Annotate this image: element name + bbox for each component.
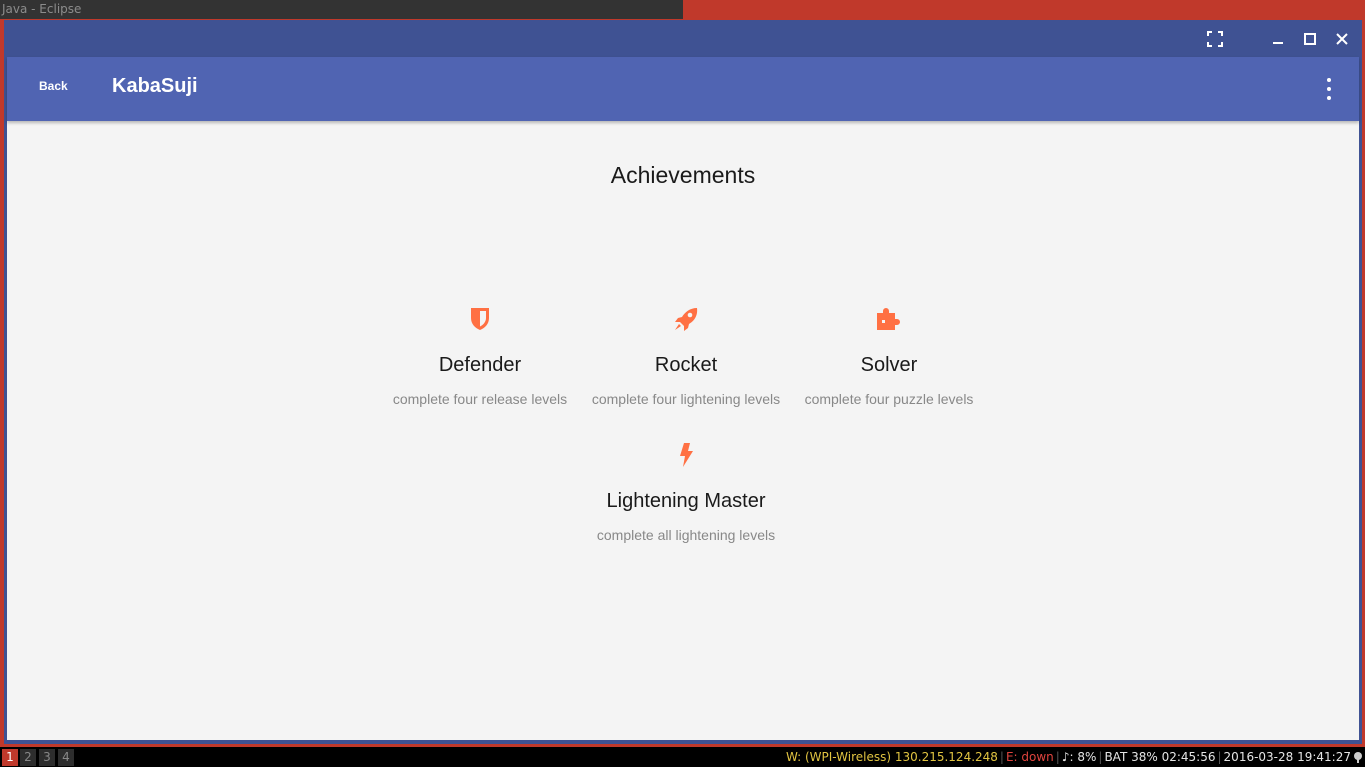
puzzle-icon [789, 304, 989, 334]
maximize-icon[interactable] [1300, 29, 1320, 49]
window-controls [4, 20, 1362, 57]
ethernet-status: E: down [1005, 750, 1054, 764]
achievement-description: complete four release levels [392, 391, 568, 407]
wifi-status: W: (WPI-Wireless) 130.215.124.248 [785, 750, 998, 764]
achievement-description: complete four lightening levels [591, 391, 781, 407]
shield-icon [380, 304, 580, 334]
achievement-name: Lightening Master [606, 490, 766, 512]
achievements-panel: Achievements Defender complete four rele… [7, 121, 1359, 740]
window-title: Java - Eclipse [0, 0, 683, 19]
clock: 2016-03-28 19:41:27 [1223, 750, 1351, 764]
app-window: Back KabaSuji Achievements Defender comp… [4, 20, 1362, 744]
status-info: W: (WPI-Wireless) 130.215.124.248 | E: dow… [785, 750, 1351, 764]
app-title: KabaSuji [112, 75, 198, 97]
achievement-solver: Solver complete four puzzle levels [789, 304, 989, 407]
workspace-3[interactable]: 3 [39, 749, 55, 766]
achievement-description: complete all lightening levels [596, 527, 776, 543]
workspace-2[interactable]: 2 [20, 749, 36, 766]
tray-icon[interactable] [1352, 751, 1364, 763]
page-title: Achievements [610, 162, 756, 188]
achievement-description: complete four puzzle levels [804, 391, 974, 407]
battery-status: BAT 38% 02:45:56 [1104, 750, 1216, 764]
title-bar-filler [683, 0, 1365, 19]
achievement-lightening-master: Lightening Master complete all lightenin… [586, 440, 786, 543]
achievement-rocket: Rocket complete four lightening levels [586, 304, 786, 407]
achievement-name: Solver [860, 354, 918, 376]
rocket-icon [586, 304, 786, 334]
achievement-name: Rocket [654, 354, 718, 376]
overflow-menu-icon[interactable] [1325, 78, 1333, 102]
achievement-name: Defender [438, 354, 522, 376]
workspace-1[interactable]: 1 [2, 749, 18, 766]
minimize-icon[interactable] [1268, 29, 1288, 49]
achievement-defender: Defender complete four release levels [380, 304, 580, 407]
close-icon[interactable] [1332, 29, 1352, 49]
wm-title-bar: Java - Eclipse [0, 0, 1365, 19]
app-bar: Back KabaSuji [7, 57, 1359, 121]
fullscreen-icon[interactable] [1205, 29, 1225, 49]
volume-status: ♪: 8% [1061, 750, 1097, 764]
status-bar: 1 2 3 4 W: (WPI-Wireless) 130.215.124.24… [0, 747, 1365, 767]
workspace-4[interactable]: 4 [58, 749, 74, 766]
lightning-icon [586, 440, 786, 470]
back-button[interactable]: Back [39, 79, 68, 93]
